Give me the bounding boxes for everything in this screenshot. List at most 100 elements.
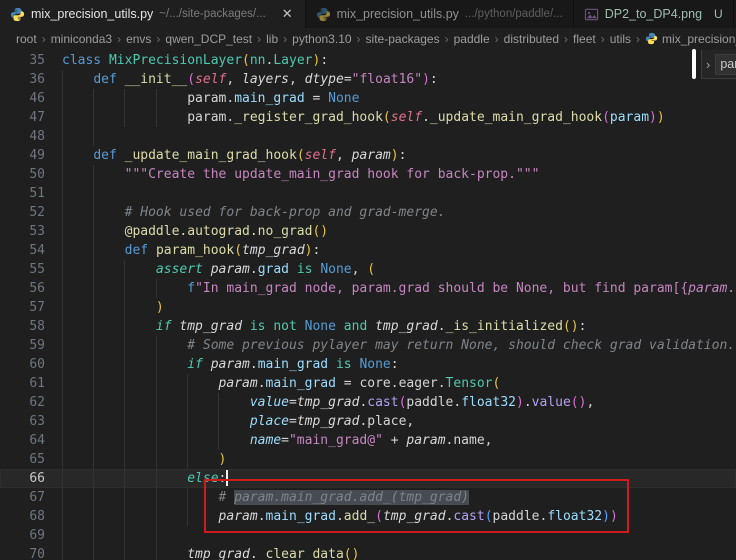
indent-guide bbox=[124, 412, 125, 431]
code-line-48[interactable]: 48 bbox=[0, 127, 736, 146]
code-line-63[interactable]: 63 place=tmp_grad.place, bbox=[0, 412, 736, 431]
indent-guide bbox=[156, 545, 157, 560]
close-icon[interactable]: ✕ bbox=[280, 6, 295, 22]
code-line-54[interactable]: 54 def param_hook(tmp_grad): bbox=[0, 241, 736, 260]
find-widget-sash[interactable] bbox=[692, 49, 696, 79]
indent-guide bbox=[187, 450, 188, 469]
code-editor[interactable]: 35class MixPrecisionLayer(nn.Layer):36 d… bbox=[0, 49, 736, 560]
indent-guide bbox=[187, 431, 188, 450]
indent-guide bbox=[187, 412, 188, 431]
indent-guide bbox=[124, 89, 125, 108]
breadcrumb-item-fleet[interactable]: fleet bbox=[573, 32, 596, 46]
line-number: 60 bbox=[0, 355, 62, 374]
tab-mix-precision-utils-1[interactable]: mix_precision_utils.py ~/.../site-packag… bbox=[0, 0, 306, 28]
code-line-64[interactable]: 64 name="main_grad@" + param.name, bbox=[0, 431, 736, 450]
code-lines: 35class MixPrecisionLayer(nn.Layer):36 d… bbox=[0, 51, 736, 560]
breadcrumb-item-python3.10[interactable]: python3.10 bbox=[292, 32, 351, 46]
indent-guide bbox=[93, 355, 94, 374]
chevron-right-icon: › bbox=[357, 32, 361, 46]
cursor-caret bbox=[226, 470, 228, 486]
find-input[interactable] bbox=[715, 54, 736, 75]
line-number: 62 bbox=[0, 393, 62, 412]
tab-bar: mix_precision_utils.py ~/.../site-packag… bbox=[0, 0, 736, 28]
indent-guide bbox=[93, 507, 94, 526]
indent-guide bbox=[62, 469, 63, 488]
code-text: # param.main_grad.add_(tmp_grad) bbox=[62, 488, 736, 507]
code-line-69[interactable]: 69 bbox=[0, 526, 736, 545]
line-number: 47 bbox=[0, 108, 62, 127]
breadcrumb-item-lib[interactable]: lib bbox=[266, 32, 278, 46]
line-number: 53 bbox=[0, 222, 62, 241]
indent-guide bbox=[93, 412, 94, 431]
python-icon bbox=[10, 7, 25, 22]
line-number: 57 bbox=[0, 298, 62, 317]
code-line-51[interactable]: 51 bbox=[0, 184, 736, 203]
code-line-62[interactable]: 62 value=tmp_grad.cast(paddle.float32).v… bbox=[0, 393, 736, 412]
code-line-49[interactable]: 49 def _update_main_grad_hook(self, para… bbox=[0, 146, 736, 165]
indent-guide bbox=[93, 374, 94, 393]
code-text: if param.main_grad is None: bbox=[62, 355, 736, 374]
breadcrumb-item-root[interactable]: root bbox=[16, 32, 37, 46]
breadcrumb-item-paddle[interactable]: paddle bbox=[454, 32, 490, 46]
line-number: 56 bbox=[0, 279, 62, 298]
breadcrumb-item-qwen_DCP_test[interactable]: qwen_DCP_test bbox=[165, 32, 252, 46]
indent-guide bbox=[93, 298, 94, 317]
line-number: 55 bbox=[0, 260, 62, 279]
code-text: value=tmp_grad.cast(paddle.float32).valu… bbox=[62, 393, 736, 412]
code-line-57[interactable]: 57 ) bbox=[0, 298, 736, 317]
code-line-67[interactable]: 67 # param.main_grad.add_(tmp_grad) bbox=[0, 488, 736, 507]
code-line-58[interactable]: 58 if tmp_grad is not None and tmp_grad.… bbox=[0, 317, 736, 336]
chevron-right-icon: › bbox=[495, 32, 499, 46]
image-icon bbox=[584, 7, 599, 22]
code-line-68[interactable]: 68 param.main_grad.add_(tmp_grad.cast(pa… bbox=[0, 507, 736, 526]
code-line-35[interactable]: 35class MixPrecisionLayer(nn.Layer): bbox=[0, 51, 736, 70]
code-text: def __init__(self, layers, dtype="float1… bbox=[62, 70, 736, 89]
code-line-59[interactable]: 59 # Some previous pylayer may return No… bbox=[0, 336, 736, 355]
breadcrumb-items: root›miniconda3›envs›qwen_DCP_test›lib›p… bbox=[16, 32, 631, 46]
tab-dp2-to-dp4-png[interactable]: DP2_to_DP4.png U bbox=[574, 0, 734, 28]
chevron-right-icon: › bbox=[156, 32, 160, 46]
chevron-expand-replace-icon[interactable]: › bbox=[706, 57, 710, 72]
indent-guide bbox=[124, 450, 125, 469]
code-line-66[interactable]: 66 else: bbox=[0, 469, 736, 488]
indent-guide bbox=[124, 260, 125, 279]
code-line-36[interactable]: 36 def __init__(self, layers, dtype="flo… bbox=[0, 70, 736, 89]
code-line-46[interactable]: 46 param.main_grad = None bbox=[0, 89, 736, 108]
indent-guide bbox=[62, 165, 63, 184]
indent-guide bbox=[93, 488, 94, 507]
code-line-61[interactable]: 61 param.main_grad = core.eager.Tensor( bbox=[0, 374, 736, 393]
indent-guide bbox=[62, 393, 63, 412]
indent-guide bbox=[62, 184, 63, 203]
indent-guide bbox=[62, 488, 63, 507]
code-text: place=tmp_grad.place, bbox=[62, 412, 736, 431]
code-text: ) bbox=[62, 450, 736, 469]
chevron-right-icon: › bbox=[42, 32, 46, 46]
code-line-47[interactable]: 47 param._register_grad_hook(self._updat… bbox=[0, 108, 736, 127]
line-number: 66 bbox=[0, 469, 62, 488]
code-line-70[interactable]: 70 tmp_grad._clear_data() bbox=[0, 545, 736, 560]
code-line-65[interactable]: 65 ) bbox=[0, 450, 736, 469]
line-number: 52 bbox=[0, 203, 62, 222]
tab-mix-precision-utils-2[interactable]: mix_precision_utils.py .../python/paddle… bbox=[306, 0, 574, 28]
code-text bbox=[62, 184, 736, 203]
code-line-55[interactable]: 55 assert param.grad is None, ( bbox=[0, 260, 736, 279]
line-number: 48 bbox=[0, 127, 62, 146]
breadcrumb-file[interactable]: mix_precision_utils.py bbox=[645, 32, 736, 46]
breadcrumb-item-miniconda3[interactable]: miniconda3 bbox=[51, 32, 112, 46]
indent-guide bbox=[62, 279, 63, 298]
indent-guide bbox=[218, 431, 219, 450]
python-icon bbox=[316, 7, 331, 22]
code-line-60[interactable]: 60 if param.main_grad is None: bbox=[0, 355, 736, 374]
code-line-56[interactable]: 56 f"In main_grad node, param.grad shoul… bbox=[0, 279, 736, 298]
code-line-52[interactable]: 52 # Hook used for back-prop and grad-me… bbox=[0, 203, 736, 222]
breadcrumb-item-utils[interactable]: utils bbox=[610, 32, 631, 46]
breadcrumb-item-envs[interactable]: envs bbox=[126, 32, 151, 46]
breadcrumb-item-site-packages[interactable]: site-packages bbox=[366, 32, 440, 46]
indent-guide bbox=[124, 393, 125, 412]
breadcrumb-item-distributed[interactable]: distributed bbox=[504, 32, 559, 46]
indent-guide bbox=[62, 450, 63, 469]
indent-guide bbox=[124, 469, 125, 488]
code-line-50[interactable]: 50 """Create the update_main_grad hook f… bbox=[0, 165, 736, 184]
code-text: else: bbox=[62, 469, 736, 488]
code-line-53[interactable]: 53 @paddle.autograd.no_grad() bbox=[0, 222, 736, 241]
